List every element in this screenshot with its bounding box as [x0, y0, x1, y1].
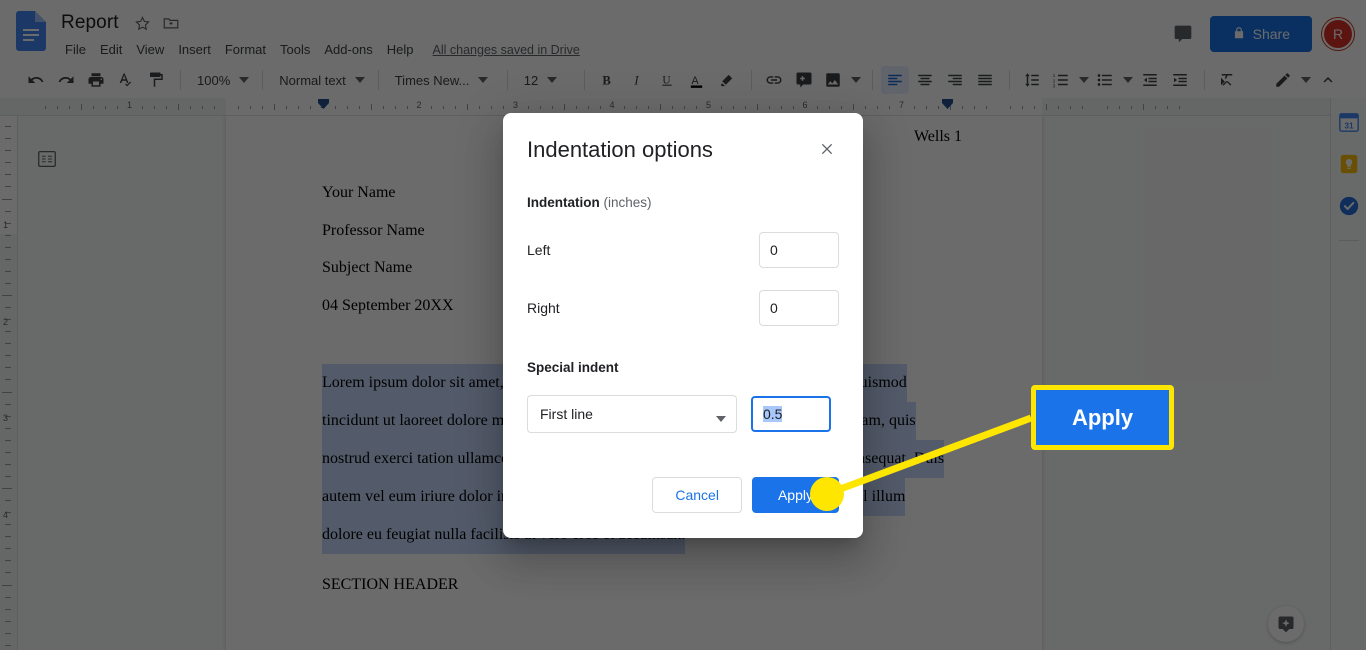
dialog-actions: Cancel Apply — [527, 477, 839, 513]
right-indent-row: Right — [527, 290, 839, 326]
dialog-header: Indentation options — [527, 137, 839, 163]
special-indent-label: Special indent — [527, 360, 619, 375]
indentation-options-dialog: Indentation options Indentation (inches)… — [503, 113, 863, 538]
indentation-section-label: Indentation (inches) — [527, 195, 839, 210]
special-indent-value-input[interactable]: 0.5 — [751, 396, 831, 432]
indentation-label-unit: (inches) — [603, 195, 652, 210]
indentation-label-bold: Indentation — [527, 195, 600, 210]
special-indent-type-select[interactable]: First line — [527, 395, 737, 433]
apply-button[interactable]: Apply — [751, 477, 839, 513]
left-indent-label: Left — [527, 242, 551, 258]
cancel-button[interactable]: Cancel — [652, 477, 742, 513]
left-indent-input[interactable] — [759, 232, 839, 268]
special-indent-value-text: 0.5 — [763, 406, 783, 422]
google-docs-window: Report File Edit View Insert — [0, 0, 1366, 650]
right-indent-input[interactable] — [759, 290, 839, 326]
left-indent-row: Left — [527, 232, 839, 268]
right-indent-label: Right — [527, 300, 560, 316]
special-indent-row: First line 0.5 — [527, 395, 839, 433]
close-icon[interactable] — [815, 137, 839, 161]
special-indent-type-value: First line — [540, 406, 593, 422]
chevron-down-icon — [716, 409, 726, 422]
dialog-title: Indentation options — [527, 137, 713, 162]
